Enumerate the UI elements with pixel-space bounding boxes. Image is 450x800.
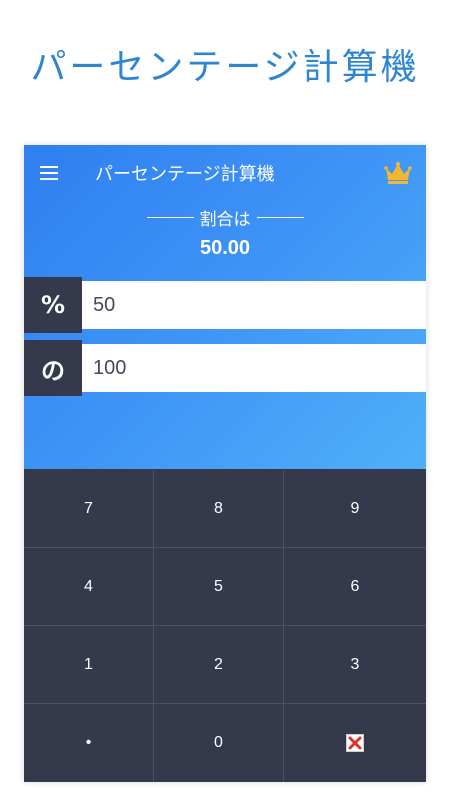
key-8[interactable]: 8 — [154, 470, 284, 548]
key-5[interactable]: 5 — [154, 548, 284, 626]
key-1[interactable]: 1 — [24, 626, 154, 704]
key-2[interactable]: 2 — [154, 626, 284, 704]
crown-icon[interactable] — [384, 161, 412, 185]
result-label: 割合は — [24, 205, 426, 230]
result-label-text: 割合は — [199, 210, 251, 230]
app-title: パーセンテージ計算機 — [95, 164, 275, 185]
divider-right — [256, 216, 304, 219]
key-decimal[interactable]: • — [24, 704, 154, 782]
key-6[interactable]: 6 — [284, 548, 426, 626]
app-bar: パーセンテージ計算機 — [24, 145, 426, 201]
promo-title: パーセンテージ計算機 — [30, 47, 420, 88]
keypad: 7 8 9 4 5 6 1 2 3 • 0 — [24, 470, 426, 782]
of-row: の 100 — [24, 340, 426, 396]
key-7[interactable]: 7 — [24, 470, 154, 548]
clear-icon — [346, 734, 364, 752]
percent-input[interactable]: 50 — [82, 281, 426, 329]
key-0[interactable]: 0 — [154, 704, 284, 782]
key-3[interactable]: 3 — [284, 626, 426, 704]
result-value: 50.00 — [199, 237, 251, 259]
app-screen: パーセンテージ計算機 割合は 50.00 % 50 の 100 7 8 9 4 … — [24, 145, 426, 782]
percent-label: % — [24, 277, 82, 333]
of-label: の — [24, 340, 82, 396]
key-9[interactable]: 9 — [284, 470, 426, 548]
menu-icon[interactable] — [40, 162, 62, 184]
result-panel: パーセンテージ計算機 割合は 50.00 % 50 の 100 — [24, 145, 426, 469]
divider-left — [146, 216, 194, 219]
percent-row: % 50 — [24, 277, 426, 333]
of-input[interactable]: 100 — [82, 344, 426, 392]
key-4[interactable]: 4 — [24, 548, 154, 626]
clear-button[interactable] — [284, 704, 426, 782]
